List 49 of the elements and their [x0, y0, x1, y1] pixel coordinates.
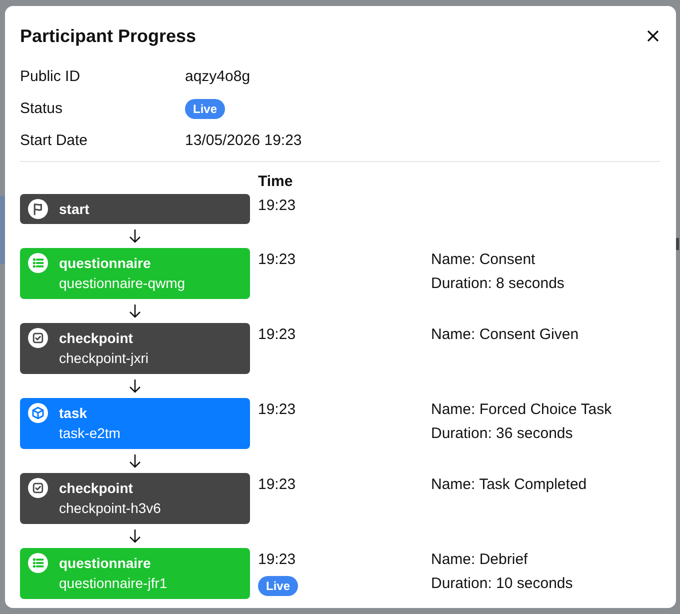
step-id: task-e2tm [59, 424, 120, 443]
checkbox-icon [28, 478, 48, 498]
step-detail: Name: Consent [431, 250, 536, 270]
down-arrow-icon [129, 379, 141, 393]
checkbox-icon [28, 328, 48, 348]
field-value: 13/05/2026 19:23 [185, 130, 302, 151]
step-detail: Duration: 10 seconds [431, 574, 573, 594]
step-title: checkpoint [59, 479, 134, 498]
field-label: Status [20, 98, 64, 119]
step-id: checkpoint-h3v6 [59, 499, 161, 518]
step-detail: Name: Consent Given [431, 325, 579, 345]
close-button[interactable] [645, 28, 661, 44]
dialog-title: Participant Progress [20, 25, 196, 48]
background-tile [0, 196, 5, 264]
step-detail: Duration: 8 seconds [431, 274, 564, 294]
step-time: 19:23 [258, 196, 296, 216]
list-icon [28, 553, 48, 573]
close-icon [647, 30, 659, 42]
step-id: questionnaire-jfr1 [59, 574, 168, 593]
flag-icon [28, 199, 48, 219]
step-time: 19:23 [258, 400, 296, 420]
step-time: 19:23 [258, 475, 296, 495]
live-badge: Live [258, 576, 298, 596]
background-mark [676, 238, 679, 250]
step-title: start [59, 200, 90, 219]
down-arrow-icon [129, 529, 141, 543]
field-label: Start Date [20, 130, 89, 151]
step-title: task [59, 404, 88, 423]
step-detail: Name: Task Completed [431, 475, 587, 495]
field-value: aqzy4o8g [185, 66, 250, 87]
step-detail: Name: Debrief [431, 550, 529, 570]
list-icon [28, 253, 48, 273]
step-time: 19:23 [258, 325, 296, 345]
step-title: questionnaire [59, 554, 152, 573]
step-id: questionnaire-qwmg [59, 274, 186, 293]
step-id: checkpoint-jxri [59, 349, 148, 368]
step-title: checkpoint [59, 329, 134, 348]
step-detail: Duration: 36 seconds [431, 424, 574, 444]
step-time: 19:23 [258, 550, 296, 570]
status-badge: Live [185, 99, 226, 119]
down-arrow-icon [129, 304, 141, 318]
step-time: 19:23 [258, 250, 296, 270]
step-title: questionnaire [59, 254, 152, 273]
field-label: Public ID [20, 66, 82, 87]
down-arrow-icon [129, 229, 141, 243]
column-header: Time [258, 172, 293, 192]
down-arrow-icon [129, 454, 141, 468]
cube-icon [28, 403, 48, 423]
step-detail: Name: Forced Choice Task [431, 400, 612, 420]
